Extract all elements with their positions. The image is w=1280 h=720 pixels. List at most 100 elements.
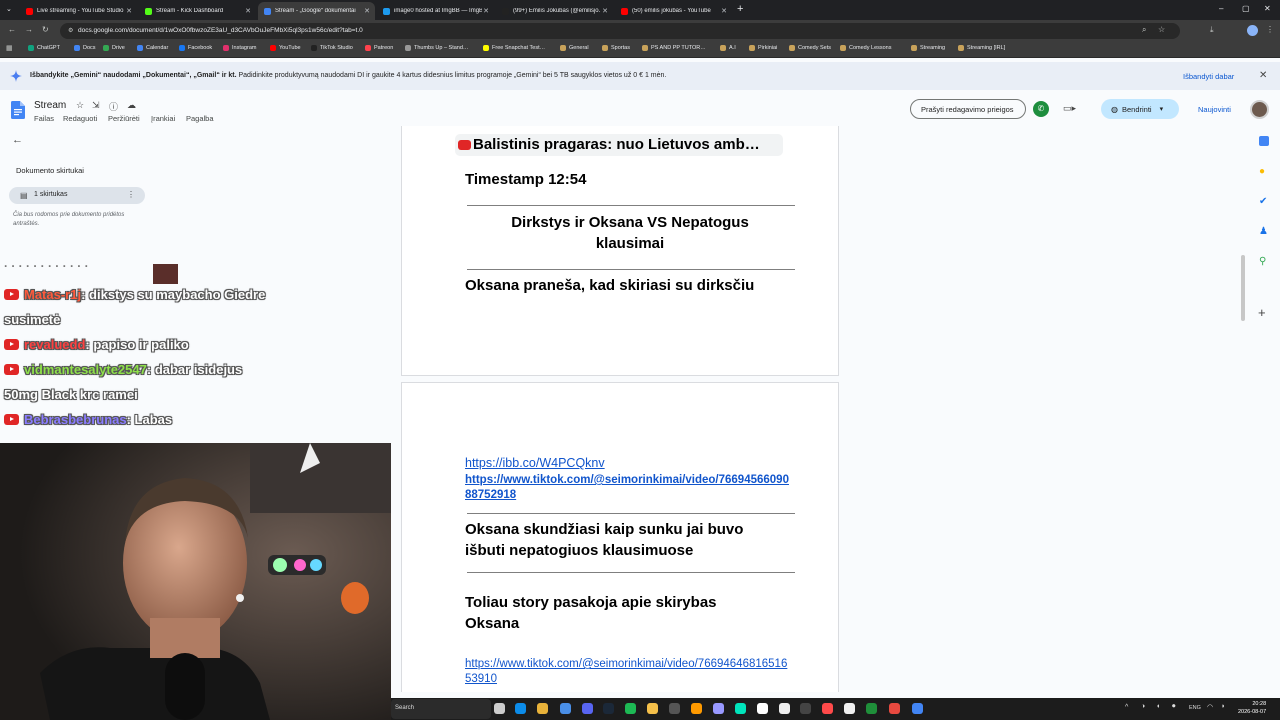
spotify-icon[interactable]	[625, 703, 636, 714]
document-canvas[interactable]: Balistinis pragaras: nuo Lietuvos amb… T…	[391, 126, 1240, 692]
bookmark-item[interactable]: Sportas	[602, 45, 630, 51]
bookmark-item[interactable]: Free Snapchat Test…	[483, 45, 545, 51]
tray-volume-icon[interactable]: ◖	[1156, 703, 1160, 710]
add-addon-icon[interactable]: +	[1258, 305, 1266, 320]
browser-tab[interactable]: (50) emilis jokubas - YouTube ✕	[615, 2, 732, 20]
bookmark-item[interactable]: Comedy Sets	[789, 45, 831, 51]
bookmark-star-icon[interactable]: ☆	[1158, 25, 1165, 34]
tray-mic-icon[interactable]: ⏺	[1172, 703, 1176, 711]
bookmark-item[interactable]: Streaming	[911, 45, 945, 51]
request-edit-button[interactable]: Prašyti redagavimo prieigos	[910, 99, 1026, 119]
edge-icon[interactable]	[515, 703, 526, 714]
link-tiktok-2-line-2[interactable]: 53910	[465, 672, 497, 687]
taskbar-clock[interactable]: 20:28 2026-08-07	[1238, 700, 1266, 716]
document-scrollbar[interactable]	[1241, 255, 1245, 321]
tab-close-icon[interactable]: ✕	[126, 7, 132, 15]
bookmark-item[interactable]: Drive	[103, 45, 125, 51]
minimize-icon[interactable]: –	[1219, 4, 1223, 13]
try-now-button[interactable]: Išbandyti dabar	[1183, 72, 1234, 81]
menu-edit[interactable]: Redaguoti	[63, 114, 97, 123]
back-arrow-icon[interactable]: ←	[12, 134, 23, 146]
profile-avatar[interactable]	[1247, 25, 1258, 36]
bookmark-item[interactable]: Patreon	[365, 45, 393, 51]
capcut-icon[interactable]	[757, 703, 768, 714]
bookmark-item[interactable]: Streaming [IRL]	[958, 45, 1005, 51]
tray-speaker-icon[interactable]: ◗	[1221, 703, 1225, 710]
task-view-icon[interactable]	[494, 703, 505, 714]
browser-tab[interactable]: Stream - „Google“ dokumentai ✕	[258, 2, 375, 20]
video-chip[interactable]: Balistinis pragaras: nuo Lietuvos amb…	[455, 134, 783, 156]
share-dropdown-icon[interactable]: ▾	[1160, 105, 1164, 113]
bookmark-item[interactable]: A.I	[720, 45, 736, 51]
chrome-icon[interactable]	[537, 703, 548, 714]
maps-icon[interactable]: ⚲	[1259, 256, 1266, 267]
illustrator-icon[interactable]	[691, 703, 702, 714]
move-icon[interactable]: ⇲	[92, 100, 100, 111]
bookmark-item[interactable]: YouTube	[270, 45, 301, 51]
tray-network-icon[interactable]: ◑	[1141, 703, 1145, 710]
zoom-icon[interactable]: ⌕	[1142, 25, 1146, 35]
star-icon[interactable]: ☆	[76, 100, 84, 111]
bookmark-item[interactable]: PS AND PP TUTOR…	[642, 45, 706, 51]
tasks-icon[interactable]: ✔	[1259, 196, 1267, 207]
link-tiktok-1-line-2[interactable]: 88752918	[465, 488, 516, 503]
chrome-profile-icon[interactable]	[560, 703, 571, 714]
download-icon[interactable]: ⤓	[1210, 25, 1214, 35]
bookmark-item[interactable]: Thumbs Up – Stand…	[405, 45, 468, 51]
browser-tab[interactable]: Stream - Kick Dashboard ✕	[139, 2, 256, 20]
tab-close-icon[interactable]: ✕	[364, 7, 370, 15]
tab-close-icon[interactable]: ✕	[721, 7, 727, 15]
menu-help[interactable]: Pagalba	[186, 114, 214, 123]
keep-icon[interactable]: ●	[1259, 166, 1265, 177]
user-avatar[interactable]	[1250, 100, 1269, 119]
browser-tab[interactable]: image0 hosted at ImgBB — ImgBB ✕	[377, 2, 494, 20]
language-indicator[interactable]: ENG	[1189, 705, 1201, 711]
tray-wifi-icon[interactable]: ◠	[1207, 703, 1213, 711]
forward-icon[interactable]: →	[25, 25, 33, 34]
app-icon[interactable]	[822, 703, 833, 714]
site-info-icon[interactable]: ⚙	[68, 27, 73, 34]
bookmark-item[interactable]: Pirkiniai	[749, 45, 777, 51]
info-icon[interactable]: ⓘ	[109, 100, 118, 113]
browser-tab[interactable]: (99+) Emilis Jokūbas (@emilisjo… ✕	[496, 2, 613, 20]
bookmark-item[interactable]: TikTok Studio	[311, 45, 353, 51]
discord-icon[interactable]	[582, 703, 593, 714]
link-imgbb[interactable]: https://ibb.co/W4PCQknv	[465, 456, 605, 471]
bookmark-item[interactable]: Comedy Lessons	[840, 45, 892, 51]
reload-icon[interactable]: ↻	[42, 25, 49, 34]
call-icon[interactable]: ✆	[1033, 101, 1049, 117]
app-icon-3[interactable]	[866, 703, 877, 714]
menu-tools[interactable]: Įrankiai	[151, 114, 175, 123]
tray-chevron-icon[interactable]: ^	[1125, 704, 1128, 711]
obs-icon[interactable]	[800, 703, 811, 714]
bookmark-item[interactable]: Docs	[74, 45, 96, 51]
chrome-menu-icon[interactable]: ⋮	[1266, 25, 1274, 34]
back-icon[interactable]: ←	[8, 25, 16, 34]
tab-close-icon[interactable]: ✕	[245, 7, 251, 15]
maximize-icon[interactable]: ▢	[1242, 4, 1250, 13]
meet-icon[interactable]: ▭▸	[1063, 103, 1076, 114]
steam-icon[interactable]	[603, 703, 614, 714]
tab-close-icon[interactable]: ✕	[602, 7, 608, 15]
tab-search-icon[interactable]: ⌄	[6, 5, 12, 13]
link-tiktok-2-line-1[interactable]: https://www.tiktok.com/@seimorinkimai/vi…	[465, 657, 787, 672]
bookmark-item[interactable]: Instagram	[223, 45, 256, 51]
app-icon-2[interactable]	[844, 703, 855, 714]
tab-close-icon[interactable]: ✕	[483, 7, 489, 15]
menu-view[interactable]: Peržiūrėti	[108, 114, 140, 123]
app-icon-4[interactable]	[889, 703, 900, 714]
bookmark-item[interactable]: Facebook	[179, 45, 212, 51]
banner-close-icon[interactable]: ✕	[1259, 70, 1267, 81]
contacts-icon[interactable]: ♟	[1259, 226, 1268, 237]
after-effects-icon[interactable]	[713, 703, 724, 714]
file-explorer-icon[interactable]	[647, 703, 658, 714]
bookmark-item[interactable]: ChatGPT	[28, 45, 60, 51]
upgrade-button[interactable]: Naujovinti	[1188, 99, 1240, 119]
docs-logo-icon[interactable]	[11, 101, 25, 119]
bookmark-item[interactable]: Calendar	[137, 45, 168, 51]
taskbar-search[interactable]: Search	[391, 699, 491, 719]
document-title[interactable]: Stream	[34, 100, 66, 111]
apps-icon[interactable]: ▦	[6, 44, 13, 52]
calculator-icon[interactable]	[669, 703, 680, 714]
tab-more-icon[interactable]: ⋮	[127, 190, 135, 199]
